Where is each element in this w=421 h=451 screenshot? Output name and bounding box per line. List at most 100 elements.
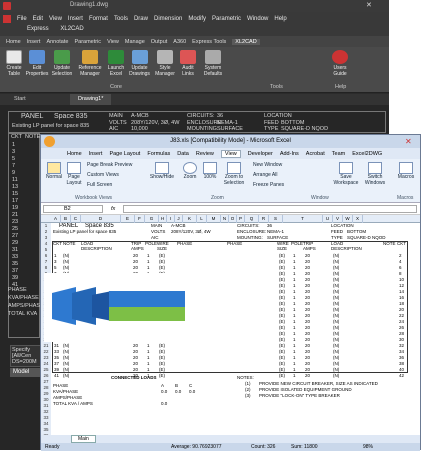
tab-developer[interactable]: Developer: [248, 151, 273, 157]
column-header[interactable]: I: [167, 215, 175, 223]
column-header[interactable]: M: [207, 215, 221, 223]
custom-views-button[interactable]: Custom Views: [87, 172, 119, 178]
column-header[interactable]: A: [51, 215, 61, 223]
menu-help[interactable]: Help: [274, 16, 286, 22]
tab-data[interactable]: Data: [177, 151, 189, 157]
page-layout-button[interactable]: Page Layout: [65, 162, 83, 186]
new-window-button[interactable]: New Window: [253, 162, 282, 168]
column-header[interactable]: T: [283, 215, 323, 223]
menu-tools[interactable]: Tools: [114, 16, 128, 22]
menu-modify[interactable]: Modify: [188, 16, 206, 22]
tab-insert[interactable]: Insert: [89, 151, 103, 157]
column-header[interactable]: U: [323, 215, 333, 223]
tab-start[interactable]: Start: [14, 96, 26, 102]
normal-view-button[interactable]: Normal: [45, 162, 63, 181]
sheet-tab-bar: Main: [41, 435, 420, 443]
menu-express[interactable]: Express: [27, 26, 49, 32]
tab-insert[interactable]: Insert: [27, 39, 41, 45]
switch-windows-button[interactable]: Switch Windows: [361, 162, 389, 186]
show-hide-button[interactable]: Show/Hide: [147, 162, 177, 181]
tab-review[interactable]: Review: [196, 151, 214, 157]
menu-draw[interactable]: Draw: [134, 16, 148, 22]
menu-view[interactable]: View: [49, 16, 62, 22]
formula-input[interactable]: [123, 205, 417, 213]
menu-dimension[interactable]: Dimension: [154, 16, 182, 22]
tab-home[interactable]: Home: [6, 39, 21, 45]
column-header[interactable]: H: [159, 215, 167, 223]
column-header[interactable]: V: [333, 215, 343, 223]
menu-window[interactable]: Window: [247, 16, 268, 22]
column-header[interactable]: X: [353, 215, 363, 223]
cad-panel-header: PANEL Space 835 Existing LP panel for sp…: [8, 111, 386, 133]
column-header[interactable]: C: [71, 215, 81, 223]
close-icon[interactable]: ✕: [366, 1, 372, 9]
full-screen-button[interactable]: Full Screen: [87, 182, 112, 188]
column-header[interactable]: D: [81, 215, 121, 223]
column-header[interactable]: P: [237, 215, 245, 223]
excel-close-icon[interactable]: ✕: [405, 135, 412, 148]
cad-amps-row: AMPS/PHASE: [8, 303, 44, 309]
audit-links-button[interactable]: Audit Links: [176, 50, 200, 77]
tab-add-ins[interactable]: Add-Ins: [280, 151, 299, 157]
style-manager-button[interactable]: Style Manager: [152, 50, 178, 77]
tab-express-tools[interactable]: Express Tools: [192, 39, 226, 45]
menu-xl2cad[interactable]: XL2CAD: [60, 26, 83, 32]
tab-page-layout[interactable]: Page Layout: [109, 151, 140, 157]
tab-manage[interactable]: Manage: [125, 39, 145, 45]
tab-view[interactable]: View: [220, 149, 241, 158]
update-selection-button[interactable]: Update Selection: [50, 50, 74, 77]
menu-file[interactable]: File: [17, 16, 27, 22]
column-header[interactable]: W: [343, 215, 353, 223]
tab-output[interactable]: Output: [151, 39, 168, 45]
column-header[interactable]: F: [135, 215, 145, 223]
create-table-button[interactable]: Create Table: [2, 50, 26, 77]
column-header[interactable]: J: [175, 215, 183, 223]
edit-properties-button[interactable]: Edit Properties: [25, 50, 49, 77]
system-defaults-button[interactable]: System Defaults: [200, 50, 226, 77]
tab-formulas[interactable]: Formulas: [147, 151, 170, 157]
zoom-100-button[interactable]: 100%: [201, 162, 219, 181]
tab-excel2dwg[interactable]: Excel2DWG: [352, 151, 382, 157]
column-header[interactable]: B: [61, 215, 71, 223]
tab-home[interactable]: Home: [67, 151, 82, 157]
tab-view[interactable]: View: [107, 39, 119, 45]
freeze-panes-button[interactable]: Freeze Panes: [253, 182, 284, 188]
column-header[interactable]: G: [145, 215, 159, 223]
name-box[interactable]: B2: [43, 205, 103, 213]
page-break-preview-button[interactable]: Page Break Preview: [87, 162, 132, 168]
fx-icon[interactable]: fx: [111, 206, 115, 212]
zoom-selection-button[interactable]: Zoom to Selection: [221, 162, 247, 186]
app-menu-icon[interactable]: [3, 15, 11, 23]
menu-format[interactable]: Format: [89, 16, 108, 22]
tab-annotate[interactable]: Annotate: [46, 39, 68, 45]
column-header[interactable]: L: [197, 215, 207, 223]
sheet-tab-main[interactable]: Main: [71, 435, 96, 443]
save-workspace-button[interactable]: Save Workspace: [333, 162, 359, 186]
menu-edit[interactable]: Edit: [33, 16, 43, 22]
macros-button[interactable]: Macros: [395, 162, 417, 181]
tab-a360[interactable]: A360: [173, 39, 186, 45]
column-header[interactable]: K: [183, 215, 197, 223]
model-tab[interactable]: Model: [10, 368, 40, 377]
office-button-icon[interactable]: [44, 136, 55, 147]
launch-excel-button[interactable]: Launch Excel: [104, 50, 128, 77]
column-header[interactable]: N: [221, 215, 229, 223]
update-drawings-button[interactable]: Update Drawings: [126, 50, 153, 77]
menu-insert[interactable]: Insert: [68, 16, 83, 22]
users-guide-button[interactable]: Users Guide: [328, 50, 352, 77]
column-header[interactable]: O: [229, 215, 237, 223]
reference-manager-button[interactable]: Reference Manager: [76, 50, 104, 77]
tab-acrobat[interactable]: Acrobat: [306, 151, 325, 157]
tab-team[interactable]: Team: [332, 151, 345, 157]
autocad-menubar-2: Express XL2CAD: [0, 26, 389, 36]
column-header[interactable]: S: [269, 215, 283, 223]
column-header[interactable]: Q: [245, 215, 259, 223]
arrange-all-button[interactable]: Arrange All: [253, 172, 277, 178]
menu-parametric[interactable]: Parametric: [212, 16, 241, 22]
column-header[interactable]: R: [259, 215, 269, 223]
column-header[interactable]: E: [121, 215, 135, 223]
tab-xl2cad[interactable]: XL2CAD: [232, 38, 260, 45]
tab-parametric[interactable]: Parametric: [74, 39, 101, 45]
tab-drawing1[interactable]: Drawing1*: [70, 94, 112, 105]
zoom-button[interactable]: Zoom: [181, 162, 199, 181]
